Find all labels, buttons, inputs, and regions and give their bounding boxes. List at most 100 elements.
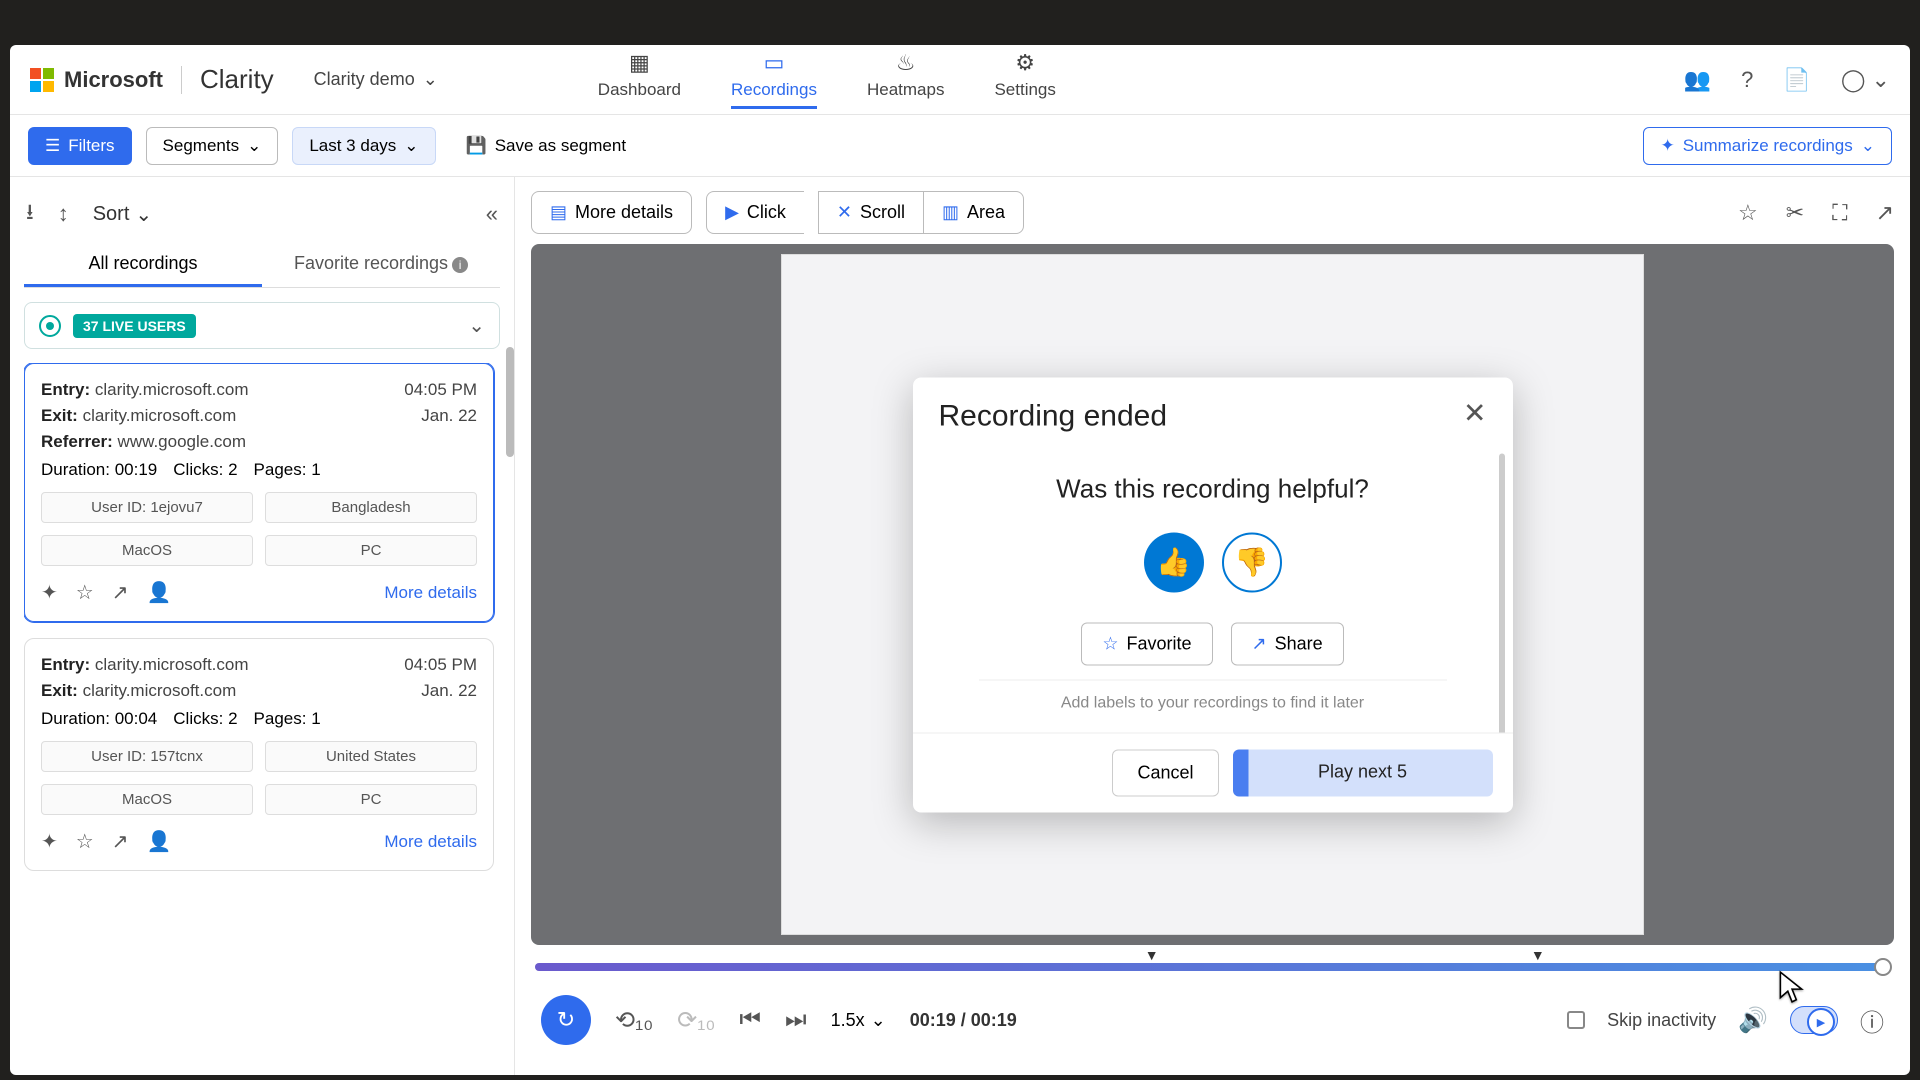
tab-favorite-recordings[interactable]: Favorite recordingsi — [262, 243, 500, 287]
download-icon[interactable]: ⭳ — [26, 195, 34, 233]
help-icon[interactable]: ? — [1741, 67, 1753, 93]
speed-selector[interactable]: 1.5x⌄ — [831, 1010, 886, 1031]
pages-label: Pages: — [254, 460, 307, 479]
live-pulse-icon — [39, 315, 61, 337]
label: Scroll — [860, 202, 905, 223]
info-icon[interactable]: ⓘ — [1860, 1003, 1884, 1038]
brand-microsoft: Microsoft — [64, 67, 163, 93]
info-icon: i — [452, 257, 468, 273]
exit-value: clarity.microsoft.com — [83, 406, 237, 425]
cancel-button[interactable]: Cancel — [1112, 749, 1218, 796]
close-icon[interactable]: ✕ — [1463, 399, 1486, 433]
mode-area-button[interactable]: ▥Area — [923, 191, 1024, 234]
chevron-down-icon: ⌄ — [247, 136, 261, 156]
player-panel: ▼ ▼ ↻ ⟲₁₀ ⟳₁₀ ⏮ ⏭ 1.5x⌄ 00:19 / 00:19 — [531, 945, 1894, 1065]
star-icon[interactable]: ☆ — [76, 829, 94, 854]
skip-forward-icon[interactable]: ⏭ — [785, 1006, 807, 1034]
recordings-list[interactable]: Entry: clarity.microsoft.com 04:05 PM Ex… — [24, 363, 500, 1075]
tab-settings[interactable]: ⚙Settings — [994, 50, 1055, 109]
chip-device: PC — [265, 535, 477, 566]
entry-label: Entry: — [41, 655, 90, 674]
tab-label: Heatmaps — [867, 80, 944, 100]
referrer-label: Referrer: — [41, 432, 113, 451]
timeline[interactable]: ▼ ▼ — [535, 949, 1890, 975]
project-selector[interactable]: Clarity demo ⌄ — [314, 69, 438, 90]
divider — [979, 679, 1447, 680]
person-icon[interactable]: 👤 — [146, 580, 171, 605]
chevron-down-icon: ⌄ — [423, 69, 438, 90]
people-icon[interactable]: 👥 — [1684, 67, 1711, 93]
entry-value: clarity.microsoft.com — [95, 380, 249, 399]
share-icon[interactable]: ↗ — [112, 829, 129, 854]
rewind-10-icon[interactable]: ⟲₁₀ — [615, 1006, 653, 1035]
more-details-link[interactable]: More details — [384, 583, 477, 603]
date-value: Jan. 22 — [421, 681, 477, 701]
sort-dropdown[interactable]: Sort⌄ — [93, 202, 152, 227]
star-icon[interactable]: ☆ — [76, 580, 94, 605]
share-icon[interactable]: ↗ — [1876, 200, 1894, 226]
skip-inactivity-checkbox[interactable] — [1567, 1011, 1585, 1029]
play-icon: ▶ — [725, 202, 739, 223]
divider — [181, 66, 182, 94]
mode-click-button[interactable]: ▶Click — [706, 191, 804, 234]
thumbs-down-button[interactable]: 👎 — [1222, 532, 1282, 592]
playhead-thumb[interactable] — [1874, 958, 1892, 976]
sparkle-icon[interactable]: ✦ — [41, 580, 58, 605]
toolbar: ▤More details ▶Click ✕Scroll ▥Area ☆ ✂ ⛶… — [531, 191, 1894, 234]
skip-back-icon[interactable]: ⏮ — [739, 1006, 761, 1034]
volume-icon[interactable]: 🔊 — [1738, 1006, 1768, 1035]
recording-viewport: Recording ended ✕ Was this recording hel… — [531, 244, 1894, 945]
recording-ended-modal: Recording ended ✕ Was this recording hel… — [913, 377, 1513, 812]
chip-country: United States — [265, 741, 477, 772]
referrer-value: www.google.com — [118, 432, 247, 451]
share-button[interactable]: ↗Share — [1231, 622, 1344, 665]
star-icon: ☆ — [1102, 633, 1118, 654]
filters-button[interactable]: ☰Filters — [28, 127, 132, 165]
share-icon[interactable]: ↗ — [112, 580, 129, 605]
chip-device: PC — [265, 784, 477, 815]
autoplay-toggle[interactable] — [1790, 1006, 1838, 1034]
brand-clarity: Clarity — [200, 64, 274, 95]
tab-dashboard[interactable]: ▦Dashboard — [598, 50, 681, 109]
forward-10-icon[interactable]: ⟳₁₀ — [677, 1006, 715, 1035]
more-details-button[interactable]: ▤More details — [531, 191, 692, 234]
collapse-sidebar-icon[interactable]: « — [486, 201, 498, 227]
flame-icon: ♨ — [896, 50, 916, 76]
mode-scroll-button[interactable]: ✕Scroll — [818, 191, 923, 234]
tab-all-recordings[interactable]: All recordings — [24, 243, 262, 287]
marker-icon: ▼ — [1531, 947, 1545, 963]
thumbs-up-button[interactable]: 👍 — [1144, 532, 1204, 592]
date-range-button[interactable]: Last 3 days⌄ — [292, 127, 435, 165]
sparkle-icon[interactable]: ✦ — [41, 829, 58, 854]
speed-value: 1.5x — [831, 1010, 865, 1031]
recording-card[interactable]: Entry: clarity.microsoft.com 04:05 PM Ex… — [24, 363, 494, 622]
sort-icon[interactable]: ↕ — [58, 201, 69, 227]
replay-icon: ↻ — [557, 1007, 575, 1033]
replay-button[interactable]: ↻ — [541, 995, 591, 1045]
play-next-button[interactable]: Play next 5 — [1233, 749, 1493, 796]
scrollbar-thumb[interactable] — [506, 347, 514, 457]
chip-os: MacOS — [41, 535, 253, 566]
chip-country: Bangladesh — [265, 492, 477, 523]
tab-label: Dashboard — [598, 80, 681, 100]
account-icon[interactable]: ◯ ⌄ — [1841, 67, 1890, 93]
chevron-down-icon: ⌄ — [135, 202, 152, 227]
save-segment-button[interactable]: 💾Save as segment — [450, 128, 643, 164]
crop-icon[interactable]: ✂ — [1786, 200, 1804, 226]
recording-card[interactable]: Entry: clarity.microsoft.com 04:05 PM Ex… — [24, 638, 494, 871]
video-icon: ▭ — [764, 50, 785, 76]
summarize-button[interactable]: ✦Summarize recordings⌄ — [1643, 127, 1892, 165]
label: Filters — [68, 136, 114, 156]
tab-recordings[interactable]: ▭Recordings — [731, 50, 817, 109]
expand-icon[interactable]: ⛶ — [1832, 200, 1847, 226]
track-fill — [535, 963, 1890, 971]
label: Save as segment — [495, 136, 626, 156]
star-icon[interactable]: ☆ — [1738, 200, 1758, 226]
more-details-link[interactable]: More details — [384, 832, 477, 852]
segments-button[interactable]: Segments⌄ — [146, 127, 279, 165]
tab-heatmaps[interactable]: ♨ Heatmaps — [867, 50, 944, 109]
favorite-button[interactable]: ☆Favorite — [1081, 622, 1212, 665]
person-icon[interactable]: 👤 — [146, 829, 171, 854]
document-icon[interactable]: 📄 — [1783, 67, 1810, 93]
live-users-bar[interactable]: 37 LIVE USERS ⌄ — [24, 302, 500, 349]
